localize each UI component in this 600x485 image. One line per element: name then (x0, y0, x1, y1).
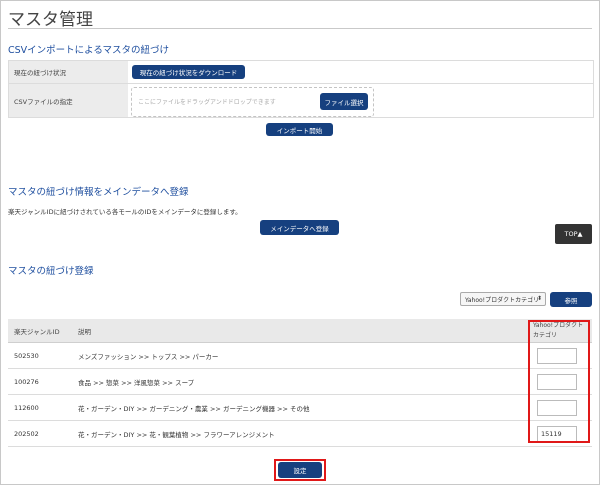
import-start-button[interactable]: インポート開始 (266, 123, 333, 136)
import-form: 現在の紐づけ状況 現在の紐づけ状況をダウンロード CSVファイルの指定 ここにフ… (8, 60, 594, 118)
table-row: 502530 メンズファッション >> トップス >> パーカー (8, 342, 592, 369)
row-genre-id: 202502 (8, 420, 72, 447)
row-genre-id: 112600 (8, 394, 72, 421)
register-main-data-button[interactable]: メインデータへ登録 (260, 220, 339, 235)
browse-button[interactable]: 参照 (550, 292, 592, 307)
row-genre-id: 100276 (8, 368, 72, 395)
category-column-highlight (528, 320, 590, 443)
row-description: 花・ガーデン・DIY >> ガーデニング・農業 >> ガーデニング機器 >> そ… (72, 394, 527, 421)
status-row: 現在の紐づけ状況 現在の紐づけ状況をダウンロード (9, 61, 593, 84)
submit-highlight (274, 459, 326, 481)
dropzone-placeholder: ここにファイルをドラッグアンドドロップできます (138, 99, 276, 106)
row-description: メンズファッション >> トップス >> パーカー (72, 342, 527, 369)
file-dropzone[interactable]: ここにファイルをドラッグアンドドロップできます ファイル選択 (131, 87, 374, 117)
scroll-top-button[interactable]: TOP▲ (555, 224, 592, 244)
file-select-button[interactable]: ファイル選択 (320, 93, 368, 110)
header-genre-id: 楽天ジャンルID (8, 319, 72, 343)
row-description: 花・ガーデン・DIY >> 花・観葉植物 >> フラワーアレンジメント (72, 420, 527, 447)
table-row: 112600 花・ガーデン・DIY >> ガーデニング・農業 >> ガーデニング… (8, 394, 592, 421)
file-row: CSVファイルの指定 ここにファイルをドラッグアンドドロップできます ファイル選… (9, 84, 593, 117)
title-divider (8, 28, 592, 29)
page-title: マスタ管理 (8, 10, 93, 30)
mall-category-select[interactable]: Yahoo!プロダクトカテゴリ ⬍ (460, 292, 546, 306)
status-label: 現在の紐づけ状況 (14, 69, 66, 77)
file-label: CSVファイルの指定 (14, 97, 73, 106)
register-description: 楽天ジャンルIDに紐づけされている各モールのIDをメインデータに登録します。 (8, 208, 242, 216)
mapping-table: 楽天ジャンルID 説明 Yahoo!プロダクトカテゴリ 502530 メンズファ… (8, 319, 592, 447)
status-value-cell: 現在の紐づけ状況をダウンロード (129, 61, 593, 83)
import-section-title: CSVインポートによるマスタの紐づけ (8, 45, 169, 56)
status-label-cell: 現在の紐づけ状況 (9, 61, 128, 83)
download-status-button[interactable]: 現在の紐づけ状況をダウンロード (132, 65, 245, 79)
select-caret-icon: ⬍ (536, 295, 542, 302)
table-row: 100276 食品 >> 惣菜 >> 洋風惣菜 >> スープ (8, 368, 592, 395)
row-description: 食品 >> 惣菜 >> 洋風惣菜 >> スープ (72, 368, 527, 395)
register-section-title: マスタの紐づけ情報をメインデータへ登録 (8, 187, 189, 198)
file-label-cell: CSVファイルの指定 (9, 84, 128, 117)
header-description: 説明 (72, 319, 527, 343)
mapping-section-title: マスタの紐づけ登録 (8, 266, 94, 277)
mall-category-select-value: Yahoo!プロダクトカテゴリ (465, 296, 540, 304)
row-genre-id: 502530 (8, 342, 72, 369)
table-row: 202502 花・ガーデン・DIY >> 花・観葉植物 >> フラワーアレンジメ… (8, 420, 592, 447)
file-value-cell: ここにファイルをドラッグアンドドロップできます ファイル選択 (129, 84, 593, 117)
table-header-row: 楽天ジャンルID 説明 Yahoo!プロダクトカテゴリ (8, 319, 592, 343)
